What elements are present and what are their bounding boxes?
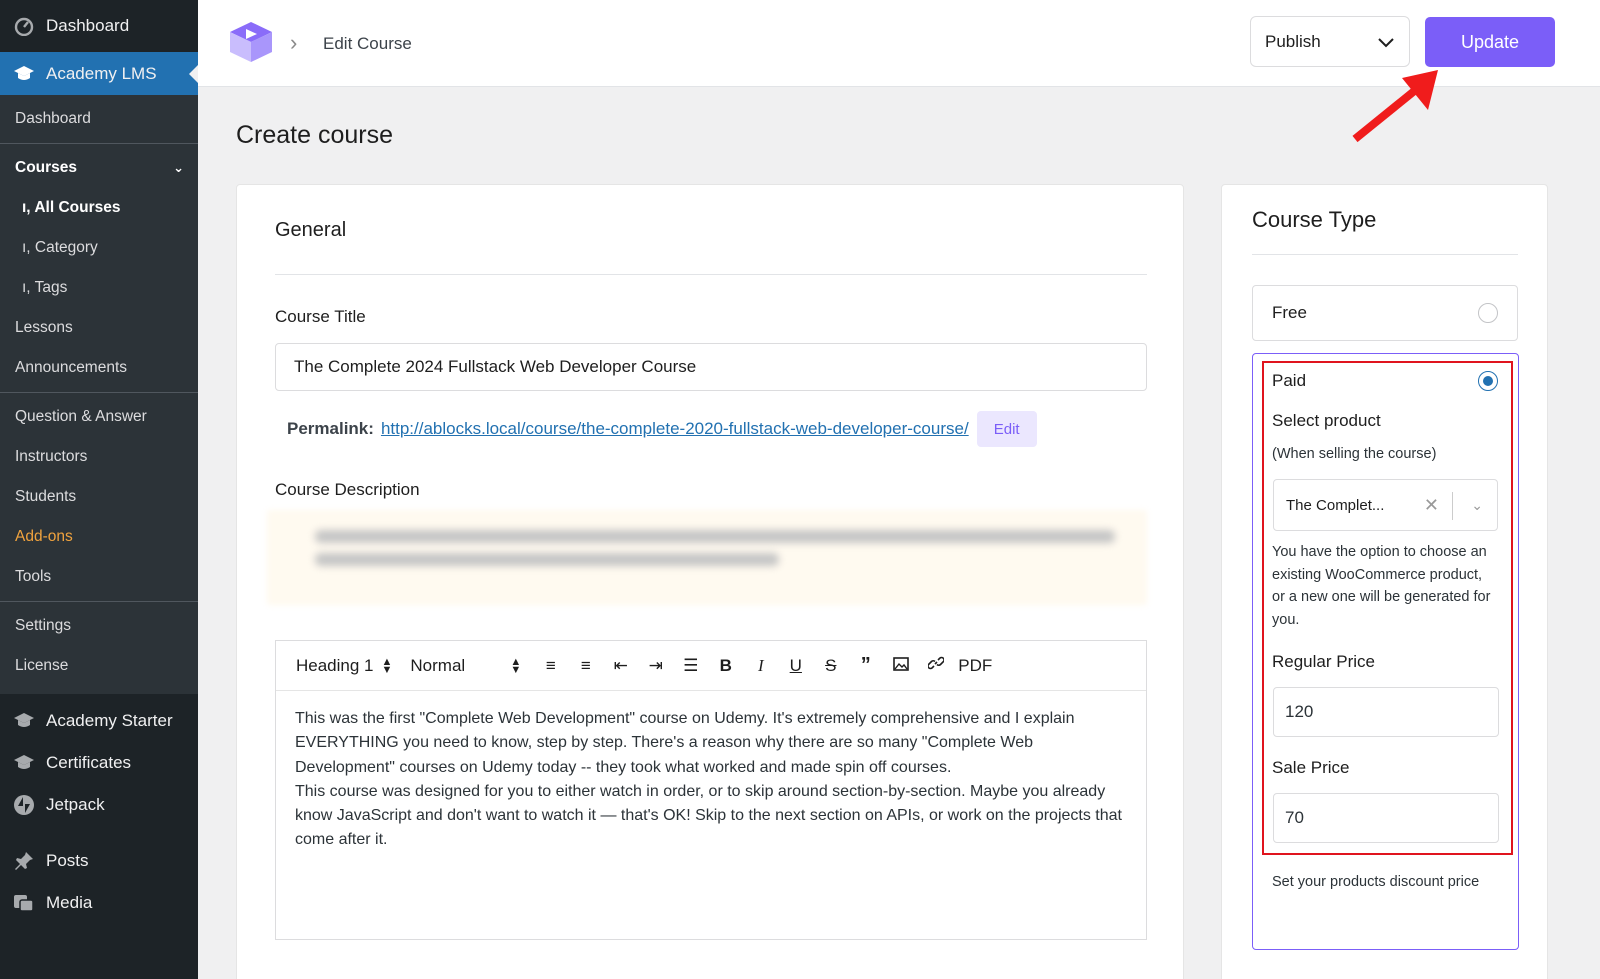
page-title: Create course xyxy=(236,121,394,149)
underline-icon[interactable]: U xyxy=(778,656,813,676)
submenu-license[interactable]: License xyxy=(0,646,198,686)
submenu-courses[interactable]: Courses ⌄ xyxy=(0,148,198,188)
course-type-heading: Course Type xyxy=(1252,207,1377,232)
sidebar-item-posts[interactable]: Posts xyxy=(0,840,198,882)
submenu-students[interactable]: Students xyxy=(0,477,198,517)
publish-status-select[interactable]: Publish xyxy=(1250,16,1410,67)
course-title-label: Course Title xyxy=(275,307,366,326)
graduation-cap-icon xyxy=(12,62,36,86)
submenu-settings[interactable]: Settings xyxy=(0,606,198,646)
free-label: Free xyxy=(1272,303,1307,322)
course-description-label: Course Description xyxy=(275,480,420,499)
submenu-question-answer[interactable]: Question & Answer xyxy=(0,397,198,437)
chevron-down-icon xyxy=(1378,37,1394,47)
chevron-right-icon: › xyxy=(290,30,298,55)
academy-logo-icon xyxy=(228,20,274,64)
course-title-input[interactable]: The Complete 2024 Fullstack Web Develope… xyxy=(275,343,1147,391)
free-radio[interactable] xyxy=(1478,303,1498,323)
outdent-icon[interactable]: ⇤ xyxy=(603,656,638,676)
submenu-add-ons[interactable]: Add-ons xyxy=(0,517,198,557)
submenu-courses-label: Courses xyxy=(15,159,78,176)
submenu-instructors[interactable]: Instructors xyxy=(0,437,198,477)
editor-paragraph: This was the first "Complete Web Develop… xyxy=(295,710,1075,776)
course-type-free-option[interactable]: Free xyxy=(1252,285,1518,341)
breadcrumb: Edit Course xyxy=(323,34,412,53)
editor-toolbar: Heading 1 ▲ ▼ Normal ▲ ▼ ≡ ≡ ⇤ ⇥ ☰ B I U S… xyxy=(276,641,1146,691)
dashboard-icon xyxy=(12,14,36,38)
indent-icon[interactable]: ⇥ xyxy=(638,656,673,676)
media-icon xyxy=(12,891,36,915)
graduation-cap-icon xyxy=(12,709,36,733)
description-editor: Heading 1 ▲ ▼ Normal ▲ ▼ ≡ ≡ ⇤ ⇥ ☰ B I U S… xyxy=(275,640,1147,940)
sale-help-text: Set your products discount price xyxy=(1272,874,1480,890)
permalink-row: Permalink: http://ablocks.local/course/t… xyxy=(287,411,1037,447)
blurred-notice-text xyxy=(315,530,1115,588)
bullet-list-icon[interactable]: ≡ xyxy=(568,656,603,676)
select-arrows-icon: ▲ ▼ xyxy=(381,655,393,676)
sidebar-item-label: Dashboard xyxy=(46,16,130,35)
sidebar-item-label: Posts xyxy=(46,851,89,870)
graduation-cap-icon xyxy=(12,751,36,775)
update-button[interactable]: Update xyxy=(1425,17,1555,67)
italic-icon[interactable]: I xyxy=(743,656,778,676)
align-icon[interactable]: ☰ xyxy=(673,656,708,676)
ordered-list-icon[interactable]: ≡ xyxy=(533,656,568,676)
sidebar-item-media[interactable]: Media xyxy=(0,882,198,924)
bold-icon[interactable]: B xyxy=(708,656,743,676)
submenu-all-courses[interactable]: ı, All Courses xyxy=(0,188,198,228)
sidebar-submenu: Dashboard Courses ⌄ ı, All Courses ı, Ca… xyxy=(0,95,198,694)
sidebar-item-label: Jetpack xyxy=(46,795,105,814)
select-arrows-icon: ▲ ▼ xyxy=(510,655,522,676)
permalink-label: Permalink: xyxy=(287,419,374,438)
submenu-dashboard[interactable]: Dashboard xyxy=(0,99,198,139)
divider xyxy=(0,392,198,393)
red-arrow-annotation xyxy=(1352,70,1438,143)
divider xyxy=(275,274,1147,275)
editor-paragraph: This course was designed for you to eith… xyxy=(295,782,1122,849)
red-highlight-annotation xyxy=(1262,361,1513,855)
submenu-tools[interactable]: Tools xyxy=(0,557,198,597)
sidebar-item-jetpack[interactable]: Jetpack xyxy=(0,784,198,826)
submenu-category[interactable]: ı, Category xyxy=(0,228,198,268)
permalink-link[interactable]: http://ablocks.local/course/the-complete… xyxy=(381,419,969,439)
blockquote-icon[interactable]: ” xyxy=(848,654,883,677)
sidebar-item-label: Academy Starter xyxy=(46,711,173,730)
sidebar-item-academy-lms[interactable]: Academy LMS xyxy=(0,52,198,95)
image-icon[interactable] xyxy=(883,656,918,676)
pushpin-icon xyxy=(12,849,36,873)
sidebar-item-certificates[interactable]: Certificates xyxy=(0,742,198,784)
general-card: General Course Title The Complete 2024 F… xyxy=(236,184,1184,979)
heading-select[interactable]: Heading 1 ▲ ▼ xyxy=(296,656,392,676)
editor-content[interactable]: This was the first "Complete Web Develop… xyxy=(276,691,1146,869)
strikethrough-icon[interactable]: S xyxy=(813,656,848,676)
sidebar-item-label: Media xyxy=(46,893,93,912)
submenu-lessons[interactable]: Lessons xyxy=(0,308,198,348)
chevron-down-icon: ⌄ xyxy=(173,160,184,175)
permalink-edit-button[interactable]: Edit xyxy=(976,411,1037,447)
general-heading: General xyxy=(275,219,347,241)
link-icon[interactable] xyxy=(918,655,953,676)
pdf-button[interactable]: PDF xyxy=(953,656,997,676)
sidebar-item-academy-starter[interactable]: Academy Starter xyxy=(0,700,198,742)
divider xyxy=(1252,254,1518,255)
sidebar-item-label: Academy LMS xyxy=(46,63,157,83)
submenu-announcements[interactable]: Announcements xyxy=(0,348,198,388)
heading-select-value: Heading 1 xyxy=(296,655,374,675)
sidebar-item-dashboard-top[interactable]: Dashboard xyxy=(0,0,198,52)
publish-status-value: Publish xyxy=(1265,31,1321,51)
sidebar-item-label: Certificates xyxy=(46,753,132,772)
divider xyxy=(0,143,198,144)
jetpack-icon xyxy=(12,793,36,817)
size-select[interactable]: Normal ▲ ▼ xyxy=(410,656,521,676)
size-select-value: Normal xyxy=(410,655,466,675)
submenu-tags[interactable]: ı, Tags xyxy=(0,268,198,308)
admin-sidebar: Dashboard Academy LMS Dashboard Courses … xyxy=(0,0,198,979)
divider xyxy=(0,601,198,602)
